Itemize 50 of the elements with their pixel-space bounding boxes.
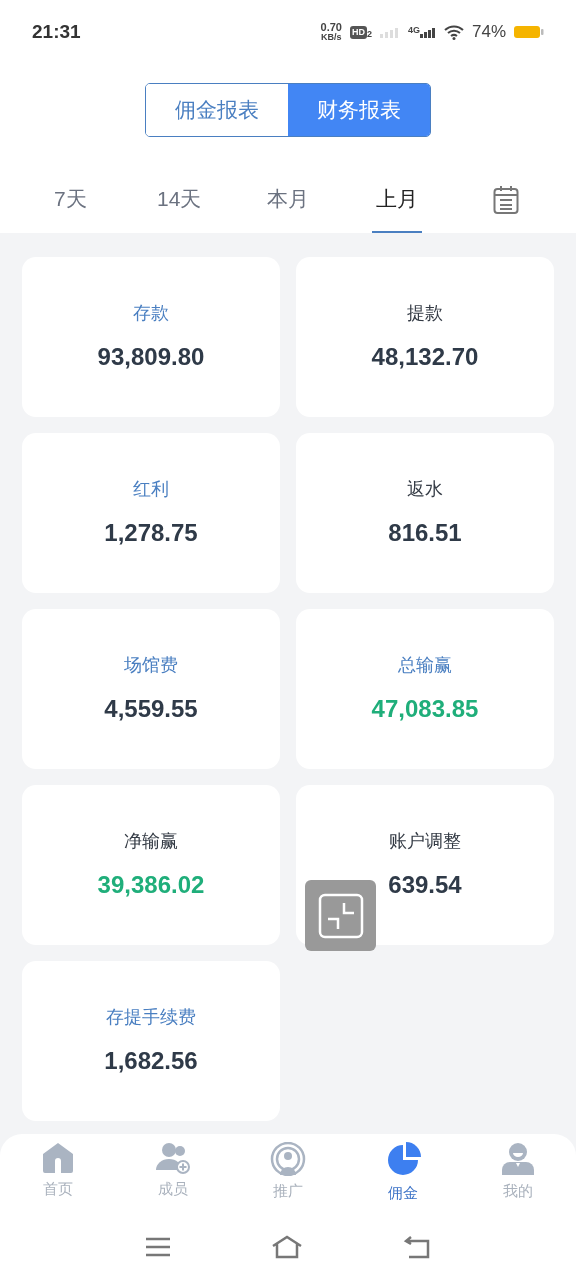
- nav-tab[interactable]: 首页: [0, 1142, 116, 1214]
- battery-icon: [514, 25, 544, 39]
- user-icon: [500, 1142, 537, 1176]
- hd-badge: HD: [349, 25, 367, 39]
- stat-value: 4,559.55: [104, 693, 198, 724]
- battery-percent: 74%: [471, 21, 506, 44]
- period-tab[interactable]: 本月: [263, 167, 313, 233]
- signal-icon: [419, 26, 436, 38]
- nav-tab[interactable]: 成员: [115, 1142, 231, 1214]
- speed-unit: KB/s: [320, 32, 342, 42]
- menu-icon[interactable]: [145, 1237, 171, 1257]
- wifi-icon: [443, 24, 464, 40]
- report-tab[interactable]: 财务报表: [288, 84, 430, 136]
- back-icon[interactable]: [403, 1235, 431, 1259]
- stat-label: 返水: [407, 477, 443, 501]
- stat-value: 39,386.02: [97, 869, 205, 900]
- home-icon[interactable]: [271, 1235, 303, 1259]
- stat-value: 1,278.75: [104, 517, 198, 548]
- sim-slot: 2: [366, 29, 372, 39]
- stat-label: 场馆费: [124, 653, 178, 677]
- nav-tab[interactable]: 佣金: [345, 1142, 461, 1214]
- period-tab[interactable]: 14天: [153, 167, 206, 233]
- stat-value: 1,682.56: [104, 1045, 198, 1076]
- nav-tab[interactable]: 我的: [460, 1142, 576, 1214]
- stat-label: 红利: [133, 477, 169, 501]
- signal-icon: [379, 26, 400, 38]
- stat-value: 816.51: [388, 517, 462, 548]
- nav-tab[interactable]: 推广: [230, 1142, 346, 1214]
- house-icon: [40, 1142, 75, 1174]
- stat-value: 639.54: [388, 869, 462, 900]
- collapse-icon: [317, 892, 364, 939]
- stat-value: 93,809.80: [97, 341, 205, 372]
- network-type: 4G: [407, 26, 420, 35]
- calendar-icon[interactable]: [492, 185, 519, 215]
- stat-label: 提款: [407, 301, 443, 325]
- add-user-icon: [154, 1142, 191, 1174]
- stat-label: 总输赢: [398, 653, 452, 677]
- collapse-button[interactable]: [305, 880, 376, 951]
- broadcast-icon: [270, 1142, 306, 1176]
- status-time: 21:31: [32, 19, 81, 44]
- network-speed: 0.70: [320, 22, 342, 32]
- pie-chart-icon: [385, 1142, 422, 1178]
- stat-label: 净输赢: [124, 829, 178, 853]
- period-tab[interactable]: 7天: [50, 167, 91, 233]
- stat-label: 账户调整: [389, 829, 461, 853]
- stat-value: 47,083.85: [371, 693, 479, 724]
- stat-label: 存提手续费: [106, 1005, 196, 1029]
- stat-value: 48,132.70: [371, 341, 479, 372]
- period-tab[interactable]: 上月: [371, 167, 422, 233]
- stat-label: 存款: [133, 301, 169, 325]
